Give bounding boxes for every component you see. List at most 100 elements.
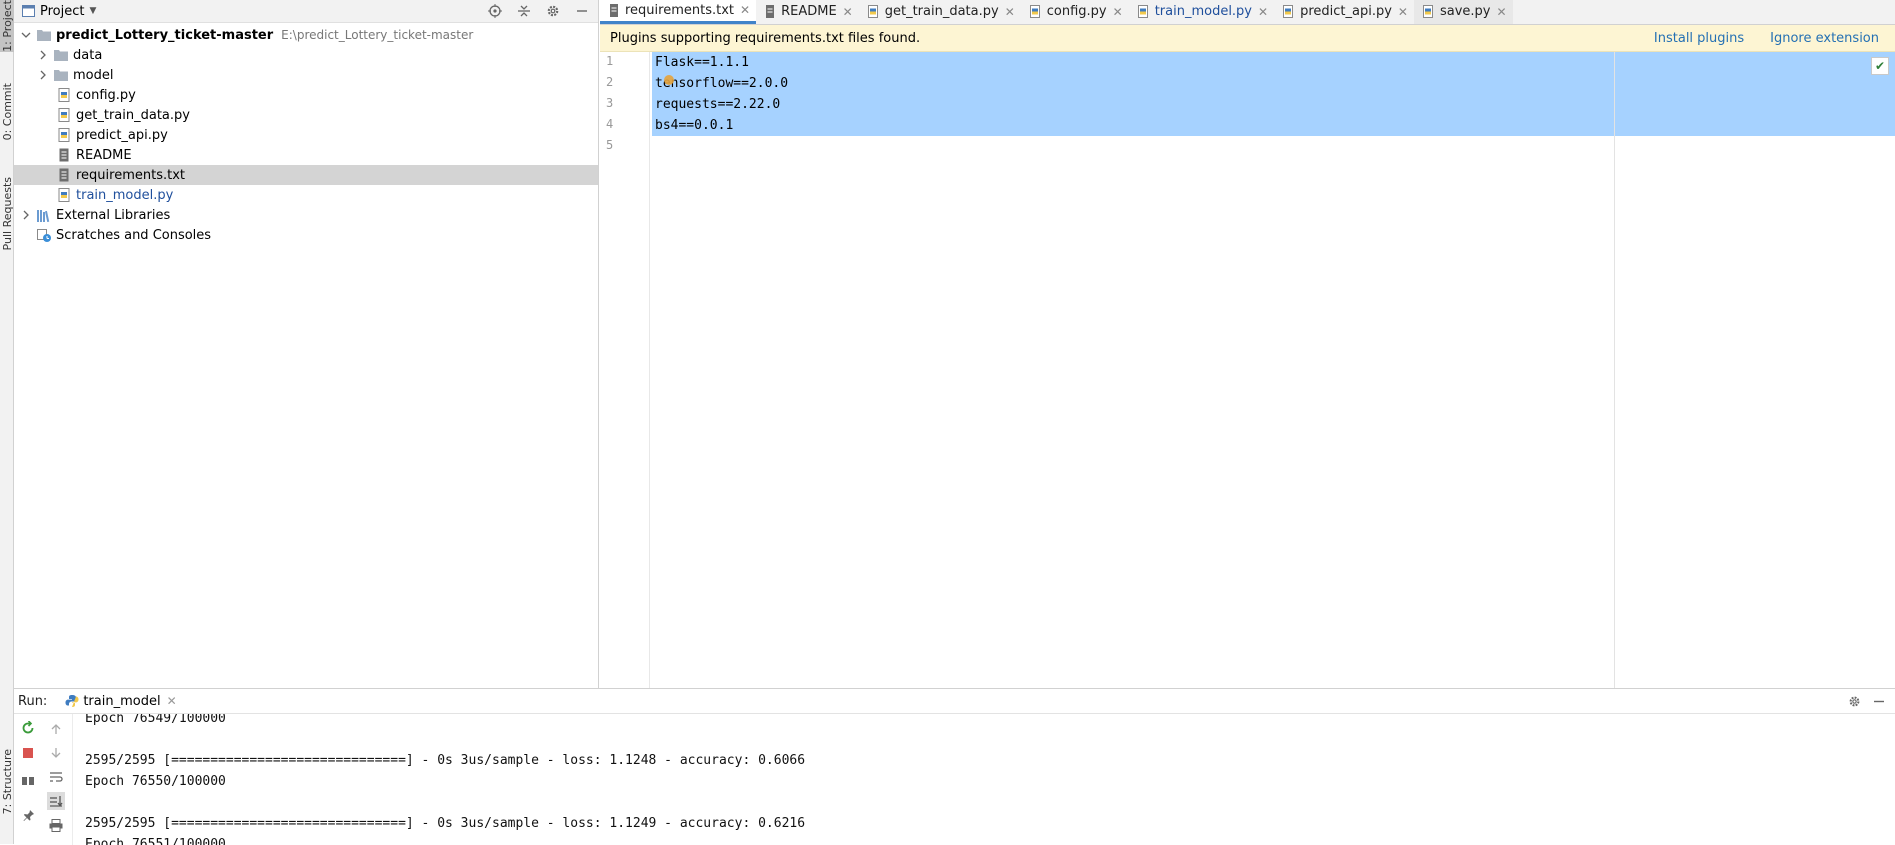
tool-tab-project-label: 1: Project [0, 0, 14, 52]
install-plugins-link[interactable]: Install plugins [1654, 31, 1744, 46]
chevron-down-icon[interactable] [19, 30, 33, 40]
tab-train-model-py[interactable]: train_model.py ✕ [1129, 0, 1274, 24]
close-icon[interactable]: ✕ [167, 694, 177, 708]
tool-tab-project[interactable]: 1: Project [0, 0, 14, 52]
scroll-to-end-icon[interactable] [47, 792, 65, 810]
tab-get-train-data-py[interactable]: get_train_data.py ✕ [859, 0, 1021, 24]
tree-item-config-py[interactable]: config.py [14, 85, 598, 105]
tree-item-label: External Libraries [56, 207, 171, 223]
tree-root-project[interactable]: predict_Lottery_ticket-master E:\predict… [14, 25, 598, 45]
tree-item-label: predict_Lottery_ticket-master [56, 27, 274, 43]
hide-panel-icon[interactable] [572, 1, 592, 21]
editor-tab-bar: requirements.txt ✕ README ✕ get_train_da… [600, 0, 1895, 25]
close-icon[interactable]: ✕ [1398, 5, 1408, 19]
tab-save-py[interactable]: save.py ✕ [1413, 0, 1513, 24]
folder-icon [37, 29, 51, 41]
run-hide-panel-icon[interactable] [1873, 695, 1885, 708]
tree-item-readme[interactable]: README [14, 145, 598, 165]
soft-wrap-icon[interactable] [47, 768, 65, 786]
console-output[interactable]: Epoch 76549/100000 2595/2595 [==========… [72, 714, 1895, 845]
run-tab-label: train_model [83, 693, 161, 709]
console-line: 2595/2595 [=============================… [85, 753, 806, 768]
tree-item-label: requirements.txt [76, 167, 186, 183]
run-tab-train-model[interactable]: train_model ✕ [65, 693, 177, 709]
python-file-icon [1137, 5, 1150, 18]
run-settings-gear-icon[interactable] [1848, 695, 1861, 708]
tree-item-predict-api-py[interactable]: predict_api.py [14, 125, 598, 145]
tab-requirements-txt[interactable]: requirements.txt ✕ [600, 0, 757, 24]
tool-tab-pull-requests[interactable]: Pull Requests [0, 166, 14, 262]
tree-item-path: E:\predict_Lottery_ticket-master [281, 28, 474, 42]
code-line[interactable]: requests==2.22.0 [655, 94, 780, 115]
tool-tab-commit[interactable]: 0: Commit [0, 74, 14, 150]
inspection-ok-icon[interactable]: ✔ [1871, 57, 1889, 75]
console-line: Epoch 76551/100000 [85, 837, 226, 845]
right-margin-guide [1614, 52, 1615, 688]
pin-tab-icon[interactable] [19, 806, 37, 824]
tree-item-model[interactable]: model [14, 65, 598, 85]
console-line: Epoch 76550/100000 [85, 774, 226, 789]
python-file-icon [58, 88, 71, 102]
text-file-icon [609, 3, 620, 17]
tree-item-scratches[interactable]: Scratches and Consoles [14, 225, 598, 245]
python-file-icon [58, 188, 71, 202]
tree-item-get-train-data-py[interactable]: get_train_data.py [14, 105, 598, 125]
project-panel-header: Project ▼ [14, 0, 598, 23]
tool-tab-pull-requests-label: Pull Requests [0, 177, 14, 251]
rerun-icon[interactable] [19, 719, 37, 737]
tab-readme[interactable]: README ✕ [756, 0, 859, 24]
code-line[interactable]: bs4==0.0.1 [655, 115, 733, 136]
tree-item-external-libraries[interactable]: External Libraries [14, 205, 598, 225]
mouse-cursor-marker [664, 75, 674, 85]
scroll-up-arrow-icon[interactable] [47, 720, 65, 738]
tree-item-label: model [73, 67, 114, 83]
print-icon[interactable] [47, 816, 65, 834]
tab-config-py[interactable]: config.py ✕ [1021, 0, 1129, 24]
close-icon[interactable]: ✕ [1258, 5, 1268, 19]
tab-label: requirements.txt [625, 2, 735, 18]
python-file-icon [1422, 5, 1435, 18]
line-number: 2 [606, 75, 614, 89]
locate-file-icon[interactable] [485, 1, 505, 21]
python-file-icon [58, 128, 71, 142]
editor-area: requirements.txt ✕ README ✕ get_train_da… [600, 0, 1895, 688]
code-editor[interactable]: Flask==1.1.1 tensorflow==2.0.0 requests=… [650, 52, 1895, 688]
tab-label: config.py [1046, 4, 1107, 19]
tree-item-train-model-py[interactable]: train_model.py [14, 185, 598, 205]
python-file-icon [1283, 5, 1295, 18]
close-icon[interactable]: ✕ [1496, 5, 1506, 19]
console-line: 2595/2595 [=============================… [85, 816, 806, 831]
code-line[interactable]: tensorflow==2.0.0 [655, 73, 788, 94]
scroll-down-arrow-icon[interactable] [47, 744, 65, 762]
text-file-icon [58, 148, 71, 162]
ignore-extension-link[interactable]: Ignore extension [1770, 31, 1879, 46]
tool-tab-commit-label: 0: Commit [0, 83, 14, 141]
chevron-right-icon[interactable] [19, 210, 33, 220]
close-icon[interactable]: ✕ [1005, 5, 1015, 19]
tab-predict-api-py[interactable]: predict_api.py ✕ [1274, 0, 1414, 24]
tree-item-label: data [73, 47, 103, 63]
text-file-icon [765, 5, 776, 18]
tree-item-label: config.py [76, 87, 136, 103]
chevron-right-icon[interactable] [36, 70, 50, 80]
code-line[interactable]: Flask==1.1.1 [655, 52, 749, 73]
tool-tab-structure-label: 7: Structure [0, 749, 14, 815]
project-view-title[interactable]: Project [40, 4, 84, 19]
tree-item-data[interactable]: data [14, 45, 598, 65]
collapse-all-icon[interactable] [514, 1, 534, 21]
tree-item-label: Scratches and Consoles [56, 227, 212, 243]
tree-item-requirements-txt[interactable]: requirements.txt [14, 165, 598, 185]
tab-label: train_model.py [1154, 4, 1253, 19]
line-number: 4 [606, 117, 614, 131]
close-icon[interactable]: ✕ [1113, 5, 1123, 19]
stop-icon[interactable] [19, 744, 37, 762]
settings-gear-icon[interactable] [543, 1, 563, 21]
chevron-right-icon[interactable] [36, 50, 50, 60]
text-file-icon [58, 168, 71, 182]
project-view-dropdown-icon[interactable]: ▼ [89, 6, 96, 16]
close-icon[interactable]: ✕ [740, 3, 750, 17]
tab-label: README [781, 4, 837, 19]
close-icon[interactable]: ✕ [843, 5, 853, 19]
layout-icon[interactable] [19, 772, 37, 790]
tool-tab-structure[interactable]: 7: Structure [0, 742, 14, 822]
